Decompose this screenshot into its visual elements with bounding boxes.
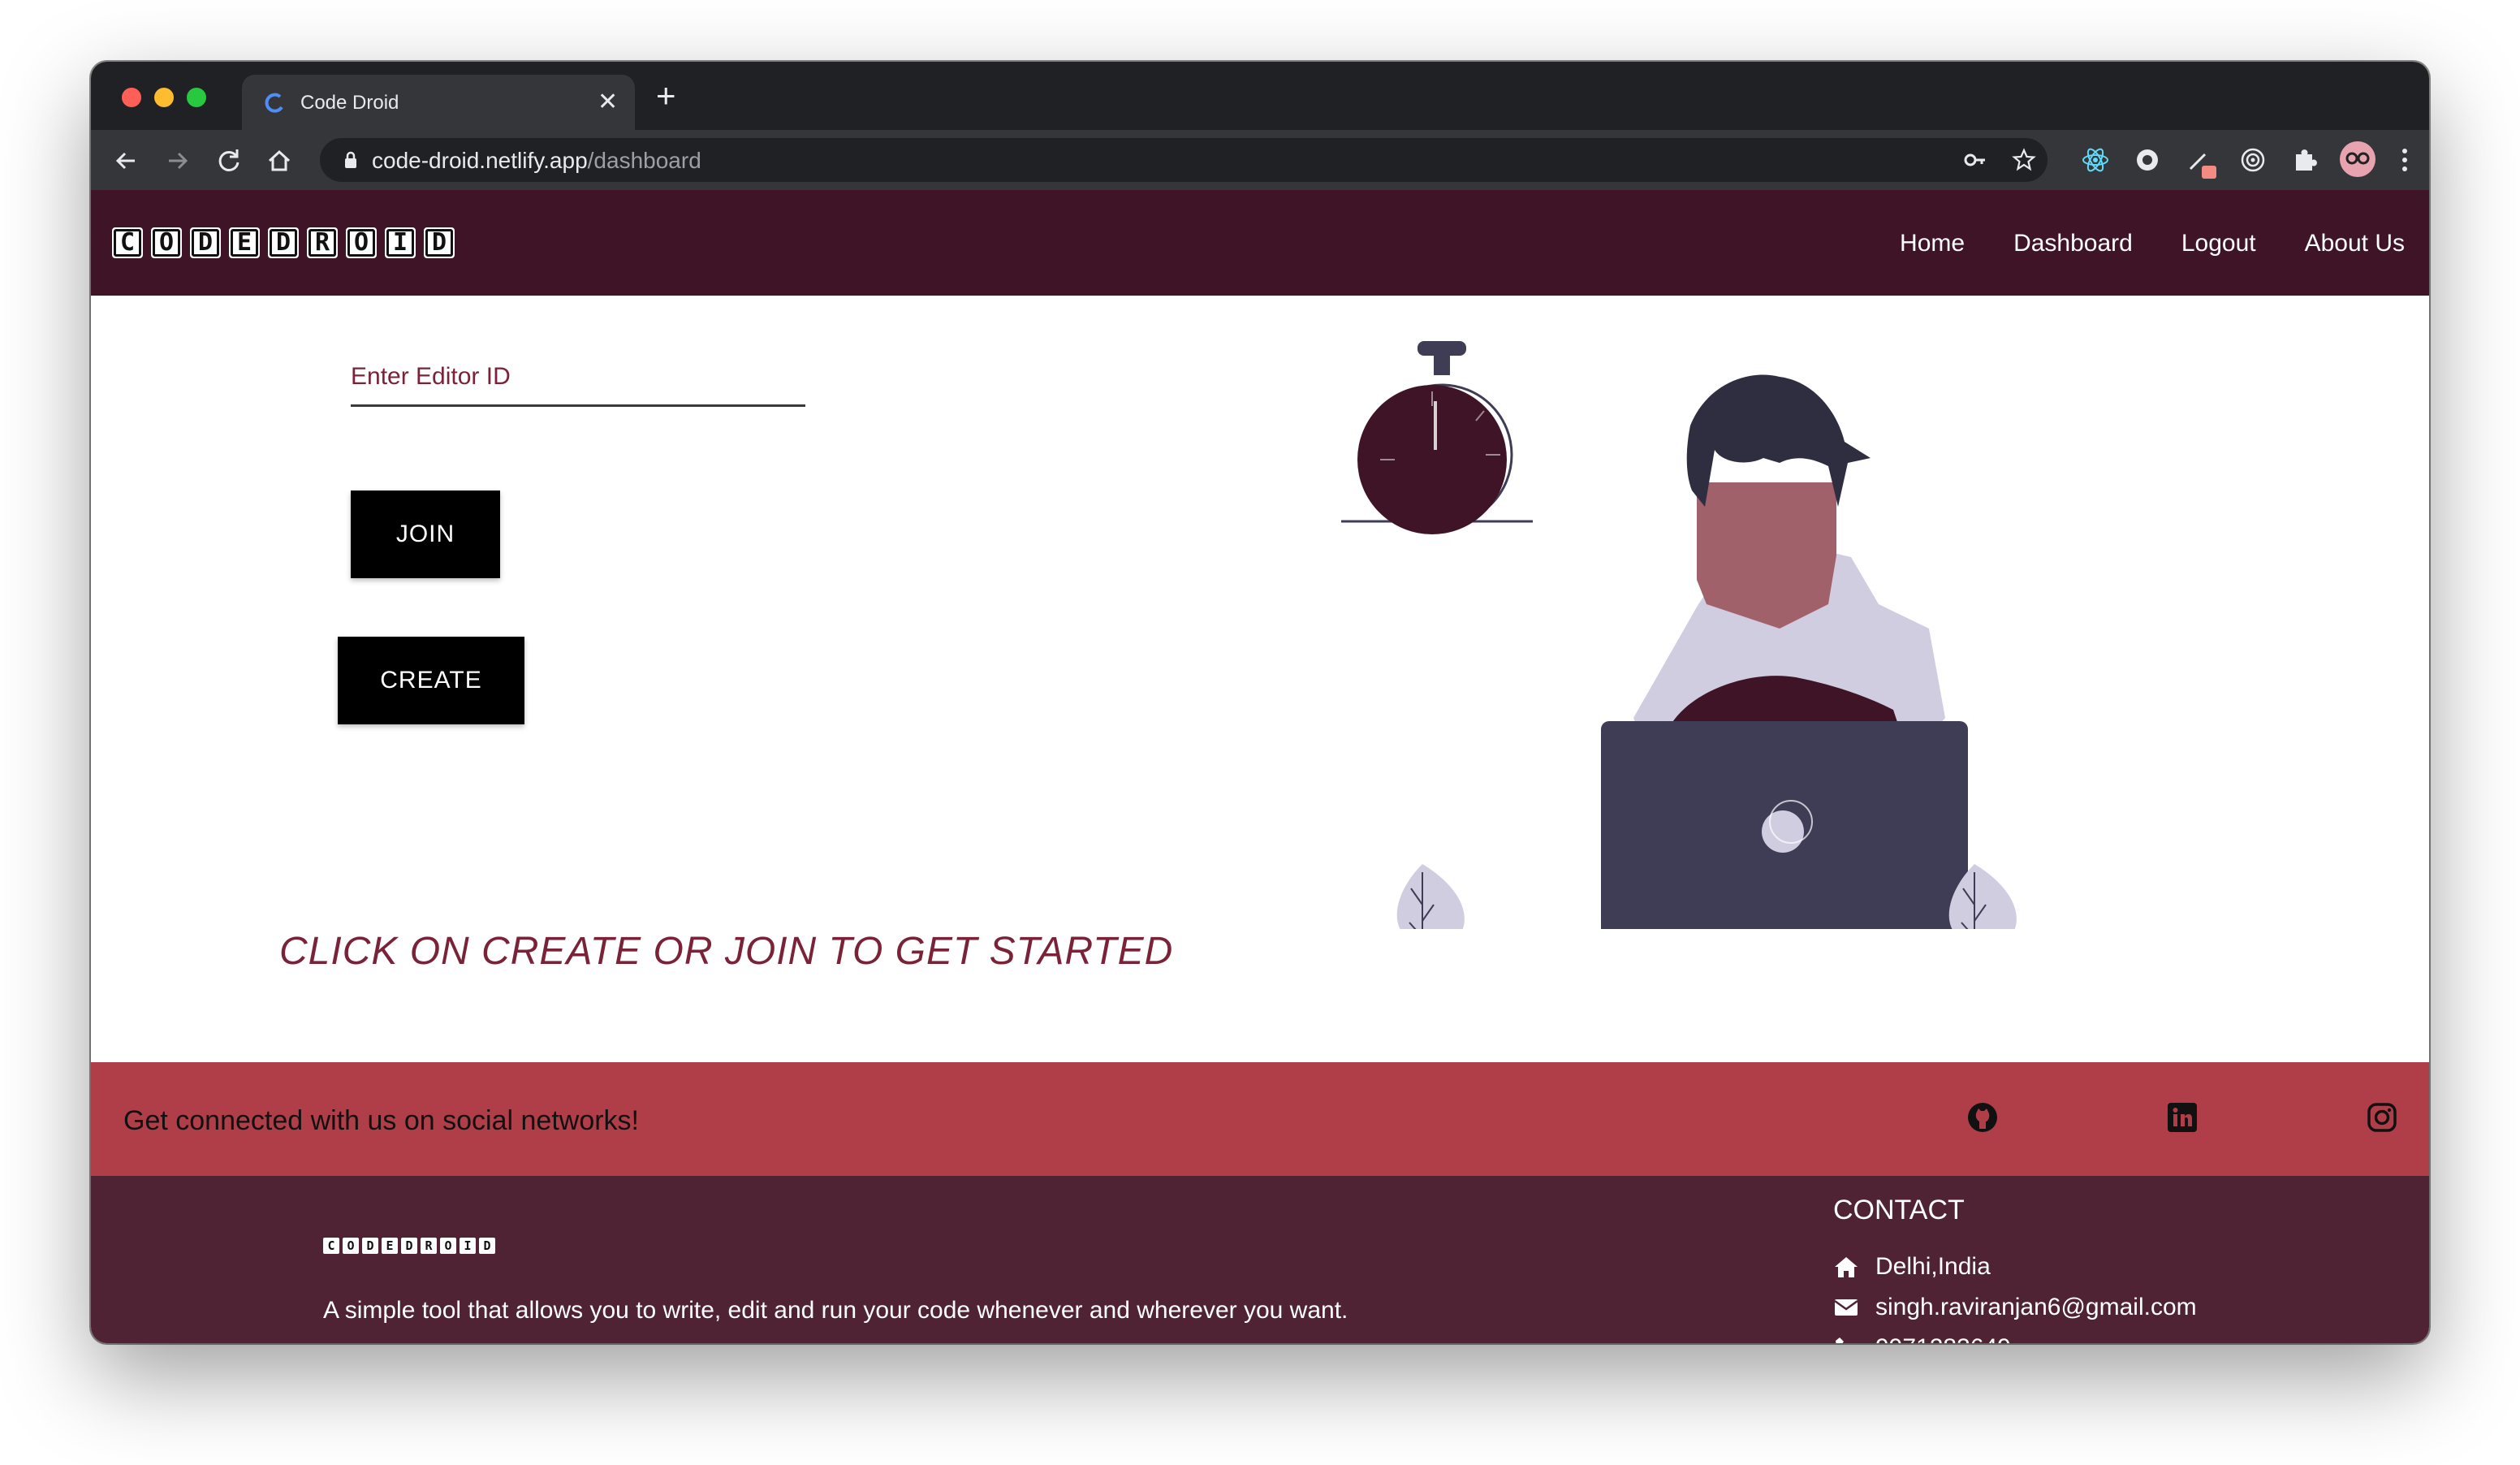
lock-icon — [345, 151, 356, 168]
tab-bar: Code Droid ✕ + — [91, 62, 2429, 130]
footer-logo: C O D E D R O I D — [323, 1238, 495, 1254]
footer-logo-letter: D — [401, 1238, 417, 1254]
footer-logo-letter: O — [343, 1238, 359, 1254]
contact-location: Delhi,India — [1833, 1252, 1991, 1281]
contact-heading: CONTACT — [1833, 1195, 1965, 1225]
url-domain: code-droid.netlify.app — [372, 148, 588, 173]
page-viewport: C O D E D R O I D Home Dashboard Logout … — [91, 190, 2429, 1343]
logo-letter-tile: D — [190, 227, 221, 258]
join-button[interactable]: JOIN — [351, 490, 500, 578]
site-navbar: C O D E D R O I D Home Dashboard Logout … — [91, 190, 2429, 296]
code-droid-logo[interactable]: C O D E D R O I D — [112, 227, 455, 258]
home-icon[interactable] — [263, 145, 296, 177]
bookmark-star-icon[interactable] — [2012, 148, 2036, 172]
logo-letter-tile: D — [268, 227, 299, 258]
contact-email[interactable]: singh.raviranjan6@gmail.com — [1833, 1293, 2197, 1322]
contact-phone-text: 9971283649 — [1875, 1333, 2011, 1343]
create-button[interactable]: CREATE — [338, 637, 524, 724]
extensions-puzzle-icon[interactable] — [2289, 145, 2320, 175]
phone-icon — [1836, 1338, 1844, 1343]
reload-icon[interactable] — [213, 145, 245, 177]
footer-logo-letter: O — [440, 1238, 456, 1254]
logo-letter-tile: I — [385, 227, 416, 258]
get-started-tagline: CLICK ON CREATE OR JOIN TO GET STARTED — [279, 930, 1174, 973]
logo-letter: I — [386, 229, 414, 257]
color-picker-extension-icon[interactable] — [2184, 145, 2220, 180]
logo-letter-tile: O — [151, 227, 182, 258]
browser-toolbar: code-droid.netlify.app/dashboard — [91, 130, 2429, 190]
browser-menu-icon[interactable] — [2398, 145, 2411, 175]
footer-logo-letter: D — [479, 1238, 495, 1254]
close-window-button[interactable] — [122, 88, 141, 107]
envelope-icon — [1834, 1299, 1858, 1316]
nav-link-home[interactable]: Home — [1900, 227, 1965, 260]
footer-logo-letter: D — [362, 1238, 378, 1254]
home-icon — [1835, 1257, 1858, 1277]
tab-title: Code Droid — [300, 92, 399, 114]
site-footer: C O D E D R O I D A simple tool that all… — [91, 1176, 2429, 1343]
editor-id-input[interactable] — [351, 349, 805, 407]
logo-letter: D — [270, 229, 297, 257]
logo-letter-tile: D — [424, 227, 455, 258]
logo-letter: O — [153, 229, 180, 257]
footer-logo-letter: I — [460, 1238, 476, 1254]
new-tab-button[interactable]: + — [656, 78, 676, 114]
target-extension-icon[interactable] — [2237, 145, 2268, 175]
social-networks-text: Get connected with us on social networks… — [123, 1105, 639, 1136]
nav-link-about-us[interactable]: About Us — [2305, 227, 2405, 260]
react-devtools-icon[interactable] — [2080, 145, 2111, 175]
logo-letter-tile: O — [346, 227, 377, 258]
logo-letter: D — [192, 229, 219, 257]
extension-circle-icon[interactable] — [2132, 145, 2163, 175]
minimize-window-button[interactable] — [154, 88, 174, 107]
logo-letter: O — [347, 229, 375, 257]
tab-close-icon[interactable]: ✕ — [598, 89, 618, 115]
instagram-icon[interactable] — [2366, 1101, 2398, 1134]
footer-logo-letter: C — [323, 1238, 339, 1254]
linkedin-icon[interactable] — [2166, 1101, 2199, 1134]
nav-link-logout[interactable]: Logout — [2181, 227, 2256, 260]
forward-arrow-icon[interactable] — [161, 145, 193, 177]
footer-logo-letter: R — [421, 1238, 437, 1254]
back-arrow-icon[interactable] — [110, 145, 143, 177]
address-bar[interactable]: code-droid.netlify.app/dashboard — [320, 138, 2048, 182]
url-path: /dashboard — [587, 148, 701, 173]
maximize-window-button[interactable] — [187, 88, 206, 107]
dashboard-main: JOIN CREATE CLICK ON CREATE OR JOIN TO G… — [91, 296, 2429, 1062]
logo-letter-tile: C — [112, 227, 143, 258]
social-networks-bar: Get connected with us on social networks… — [91, 1062, 2429, 1176]
logo-letter: D — [425, 229, 453, 257]
logo-letter: E — [231, 229, 258, 257]
logo-letter-tile: R — [307, 227, 338, 258]
url-text: code-droid.netlify.app/dashboard — [372, 149, 701, 173]
footer-logo-letter: E — [382, 1238, 398, 1254]
contact-email-text: singh.raviranjan6@gmail.com — [1875, 1294, 2197, 1320]
logo-letter: R — [309, 229, 336, 257]
browser-tab[interactable]: Code Droid ✕ — [242, 75, 635, 130]
browser-window: Code Droid ✕ + code-droid.netlify.app/da… — [91, 62, 2429, 1343]
contact-location-text: Delhi,India — [1875, 1253, 1991, 1280]
person-laptop-illustration — [1341, 341, 2017, 929]
key-icon[interactable] — [1963, 148, 1987, 172]
code-droid-favicon-icon — [265, 93, 283, 113]
profile-avatar[interactable] — [2338, 140, 2377, 179]
contact-phone[interactable]: 9971283649 — [1833, 1333, 2011, 1343]
github-icon[interactable] — [1966, 1101, 1999, 1134]
footer-description: A simple tool that allows you to write, … — [323, 1297, 1348, 1324]
nav-link-dashboard[interactable]: Dashboard — [2013, 227, 2133, 260]
logo-letter-tile: E — [229, 227, 260, 258]
logo-letter: C — [114, 229, 141, 257]
nav-links: Home Dashboard Logout About Us — [1900, 227, 2405, 260]
